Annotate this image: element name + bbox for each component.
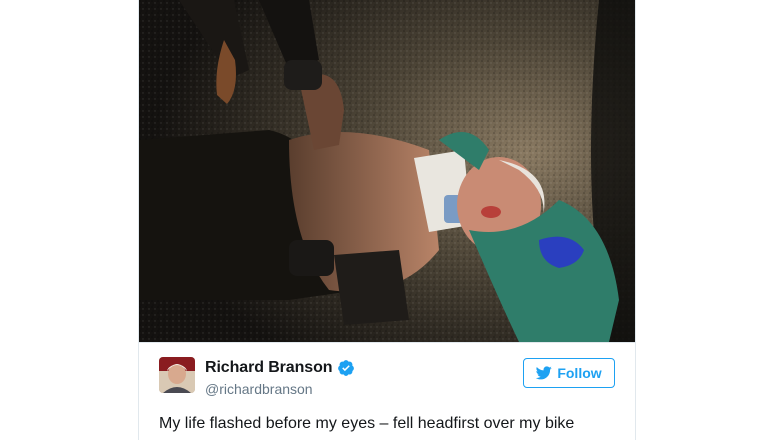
author-name-row: Richard Branson — [205, 359, 355, 377]
twitter-bird-icon — [536, 366, 553, 380]
author-avatar[interactable] — [159, 357, 195, 393]
photo-illustration — [139, 0, 635, 342]
author-handle[interactable]: @richardbranson — [205, 381, 313, 397]
photo-divider — [139, 342, 635, 343]
verified-badge-icon — [338, 360, 355, 376]
avatar-image — [159, 357, 195, 393]
follow-button-label: Follow — [557, 365, 602, 381]
tweet-text: My life flashed before my eyes – fell he… — [159, 415, 575, 432]
author-display-name[interactable]: Richard Branson — [205, 359, 333, 377]
tweet-photo[interactable] — [139, 0, 635, 342]
follow-button[interactable]: Follow — [523, 358, 615, 388]
embedded-tweet-card: Richard Branson @richardbranson Follow M… — [138, 0, 636, 440]
